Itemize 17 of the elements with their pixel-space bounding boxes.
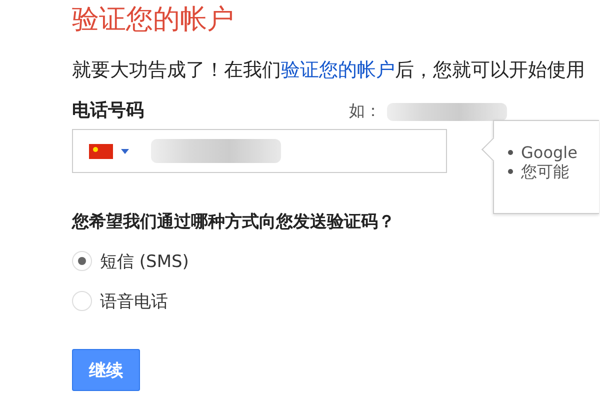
page-title: 验证您的帐户 <box>72 3 235 37</box>
verify-account-link[interactable]: 验证您的帐户 <box>281 59 395 81</box>
tooltip-text: 您可能 <box>521 162 569 181</box>
caret-icon <box>121 148 129 154</box>
bullet-icon <box>508 169 513 174</box>
option-label[interactable]: 语音电话 <box>100 290 168 312</box>
radio-button[interactable] <box>72 291 92 311</box>
radio-button[interactable] <box>72 251 92 271</box>
example-label: 如： <box>349 101 381 122</box>
intro-text: 就要大功告成了！在我们验证您的帐户后，您就可以开始使用 <box>72 58 586 82</box>
option-label[interactable]: 短信 (SMS) <box>100 250 189 272</box>
question-text: 您希望我们通过哪种方式向您发送验证码？ <box>72 211 396 233</box>
tooltip-text: Google <box>521 143 578 162</box>
bullet-icon <box>508 150 513 155</box>
phone-field[interactable] <box>72 129 447 173</box>
flag-icon <box>89 144 113 158</box>
phone-label: 电话号码 <box>72 99 144 122</box>
